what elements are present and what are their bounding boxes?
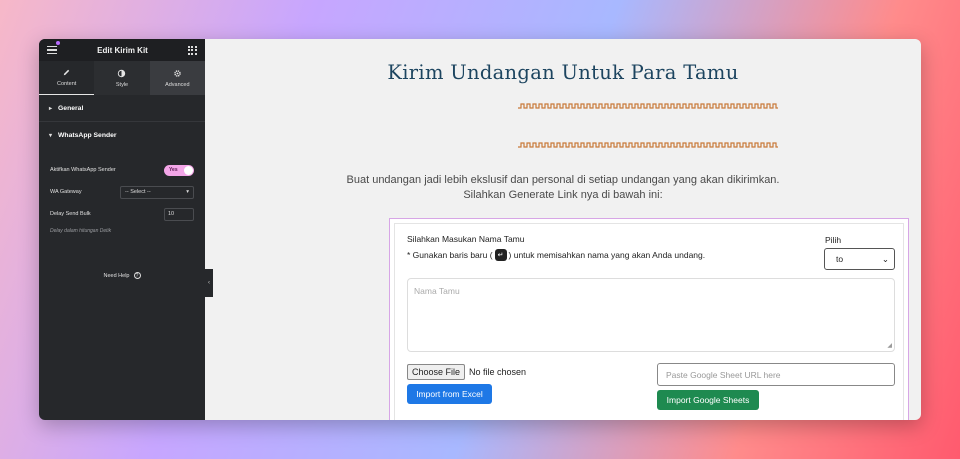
guest-form-inner: Silahkan Masukan Nama Tamu * Gunakan bar…	[394, 223, 904, 420]
resize-grip-icon[interactable]: ◢	[887, 342, 892, 349]
sidebar-title: Edit Kirim Kit	[97, 45, 148, 55]
need-help-label: Need Help	[103, 272, 130, 279]
activate-label: Aktifkan WhatsApp Sender	[50, 167, 116, 173]
tab-advanced[interactable]: Advanced	[149, 61, 205, 95]
tab-advanced-label: Advanced	[165, 81, 190, 88]
apps-grid-icon[interactable]	[187, 45, 197, 55]
tab-style[interactable]: Style	[94, 61, 150, 95]
delay-input[interactable]: 10	[164, 207, 194, 221]
newline-note: * Gunakan baris baru ( ↵ ) untuk memisah…	[407, 249, 705, 261]
control-activate-whatsapp: Aktifkan WhatsApp Sender Yes	[39, 159, 205, 181]
need-help-link[interactable]: Need Help ?	[39, 272, 205, 279]
control-delay-send: Delay Send Bulk 10	[39, 203, 205, 225]
guest-names-textarea[interactable]: Nama Tamu ◢	[407, 278, 895, 352]
description-line-2: Silahkan Generate Link nya di bawah ini:	[463, 189, 663, 201]
caret-right-icon: ▸	[49, 105, 53, 112]
control-wa-gateway: WA Gateway -- Select -- ▾	[39, 181, 205, 203]
hamburger-menu-icon[interactable]	[47, 40, 60, 57]
tab-content[interactable]: Content	[39, 61, 95, 95]
decorative-divider-bottom	[518, 142, 778, 148]
section-whatsapp-sender[interactable]: ▾ WhatsApp Sender	[39, 122, 205, 149]
import-excel-button[interactable]: Import from Excel	[407, 384, 492, 404]
sidebar-header: Edit Kirim Kit	[39, 39, 205, 61]
description-line-1: Buat undangan jadi lebih ekslusif dan pe…	[346, 174, 780, 186]
import-google-sheets-button[interactable]: Import Google Sheets	[657, 390, 759, 410]
collapse-panel-button[interactable]: ‹	[205, 269, 213, 297]
page-title: Kirim Undangan Untuk Para Tamu	[387, 61, 739, 84]
pilih-select[interactable]: to ⌄	[824, 248, 895, 270]
question-circle-icon: ?	[133, 272, 141, 279]
choose-file-button[interactable]: Choose File	[407, 364, 466, 380]
section-general[interactable]: ▸ General	[39, 95, 205, 122]
editor-sidebar: Edit Kirim Kit Content Style Advanced ▸ …	[39, 39, 213, 420]
page-preview: Kirim Undangan Untuk Para Tamu Buat unda…	[205, 39, 921, 420]
gear-icon	[174, 69, 181, 77]
toggle-value: Yes	[169, 167, 178, 173]
tab-style-label: Style	[115, 81, 129, 88]
file-picker: Choose File No file chosen	[407, 364, 526, 380]
half-circle-icon	[118, 69, 126, 77]
no-file-text: No file chosen	[469, 367, 527, 377]
page-description: Buat undangan jadi lebih ekslusif dan pe…	[205, 173, 921, 203]
activate-toggle[interactable]: Yes	[164, 164, 194, 176]
section-general-label: General	[58, 104, 84, 112]
chevron-left-icon: ‹	[208, 280, 210, 286]
gateway-value: -- Select --	[125, 189, 151, 195]
chevron-down-icon: ⌄	[881, 253, 889, 264]
section-whatsapp-label: WhatsApp Sender	[58, 132, 117, 139]
guest-name-label: Silahkan Masukan Nama Tamu	[407, 234, 525, 244]
note-suffix: ) untuk memisahkan nama yang akan Anda u…	[508, 250, 706, 260]
chevron-down-icon: ▾	[186, 189, 189, 195]
google-sheet-url-input[interactable]: Paste Google Sheet URL here	[657, 363, 895, 386]
app-window: Edit Kirim Kit Content Style Advanced ▸ …	[39, 39, 921, 420]
enter-key-icon: ↵	[494, 249, 507, 261]
caret-down-icon: ▾	[49, 133, 53, 139]
delay-label: Delay Send Bulk	[50, 211, 91, 217]
gateway-select[interactable]: -- Select -- ▾	[120, 185, 194, 199]
pilih-value: to	[836, 254, 844, 264]
pilih-label: Pilih	[825, 235, 842, 245]
gateway-label: WA Gateway	[50, 189, 82, 195]
decorative-divider-top	[518, 103, 778, 109]
guest-form: Silahkan Masukan Nama Tamu * Gunakan bar…	[389, 218, 909, 420]
editor-tabs: Content Style Advanced	[39, 61, 205, 95]
note-prefix: * Gunakan baris baru (	[407, 250, 493, 260]
tab-content-label: Content	[57, 81, 77, 87]
pencil-icon	[63, 69, 70, 76]
sheet-placeholder: Paste Google Sheet URL here	[666, 369, 781, 380]
textarea-placeholder: Nama Tamu	[414, 286, 460, 296]
delay-hint: Delay dalam hitungan Detik	[50, 228, 112, 234]
